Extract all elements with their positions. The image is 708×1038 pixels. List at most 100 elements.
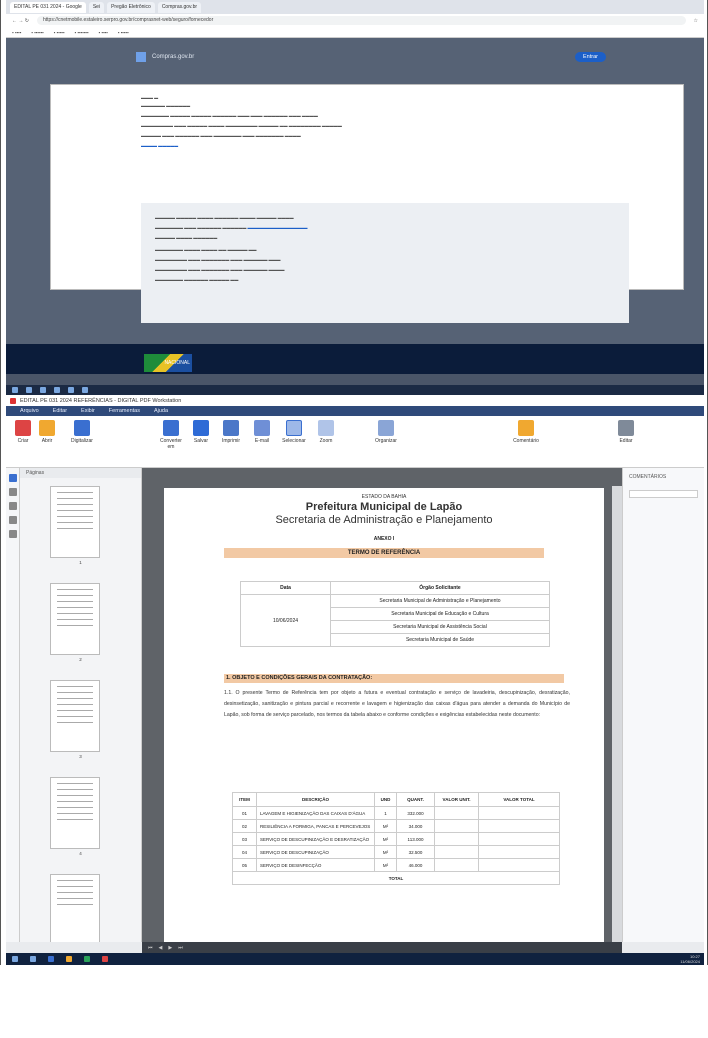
select-icon: [286, 420, 302, 436]
app-icon[interactable]: [66, 956, 72, 962]
bookmark[interactable]: ▪ ▪▪▪▪: [99, 30, 108, 35]
menu-item[interactable]: Editar: [53, 408, 67, 414]
folder-icon: [39, 420, 55, 436]
table-header: QUANT.: [396, 792, 435, 807]
menu-item[interactable]: Arquivo: [20, 408, 39, 414]
windows-taskbar-bottom: 10:27 11/06/2024: [6, 953, 704, 965]
vertical-scrollbar[interactable]: [612, 486, 622, 942]
comments-button[interactable]: Comentário: [506, 420, 546, 444]
edit-button[interactable]: Editar: [614, 420, 638, 444]
comments-search-input[interactable]: [629, 490, 698, 498]
section-paragraph: 1.1. O presente Termo de Referência tem …: [224, 690, 570, 718]
app-icon[interactable]: [68, 387, 74, 393]
modal-link[interactable]: ▬▬▬▬ ▬▬▬▬▬: [141, 143, 178, 148]
browser-tabs: EDITAL PE 031 2024 - Google Sei Pregão E…: [6, 0, 704, 14]
menu-item[interactable]: Exibir: [81, 408, 95, 414]
browser-tab[interactable]: Sei: [88, 1, 105, 13]
menu-item[interactable]: Ferramentas: [109, 408, 140, 414]
modal-line: ▬▬▬▬▬▬▬ ▬▬▬▬▬ ▬▬▬▬▬ ▬▬▬▬▬▬ ▬▬▬ ▬▬▬ ▬▬▬▬▬…: [141, 113, 318, 118]
bookmark[interactable]: ▪ ▪▪▪▪▪▪: [31, 30, 43, 35]
star-icon[interactable]: ☆: [694, 18, 698, 24]
table-row: 05 SERVIÇO DE DESINFECÇÃO M² 46.000: [232, 858, 560, 872]
cell: SERVIÇO DE DESCUPINIZAÇÃO: [256, 845, 375, 859]
open-button[interactable]: Abrir: [36, 420, 58, 444]
email-button[interactable]: E-mail: [250, 420, 274, 444]
select-button[interactable]: Selecionar: [278, 420, 310, 444]
back-icon[interactable]: ←: [12, 18, 17, 24]
browser-tab[interactable]: Compras.gov.br: [157, 1, 202, 13]
pdf-page: ESTADO DA BAHIA Prefeitura Municipal de …: [164, 488, 604, 942]
cell: RESILIÊNCIA A FORMIGA, PANCAS E PERCEVEJ…: [256, 819, 375, 833]
pages-panel-icon[interactable]: [8, 474, 17, 482]
app-icon[interactable]: [48, 956, 54, 962]
create-button[interactable]: Criar: [12, 420, 34, 444]
app-icon[interactable]: [82, 387, 88, 393]
search-icon[interactable]: [30, 956, 36, 962]
cell: 01: [232, 806, 257, 820]
bookmark-icon[interactable]: [8, 488, 17, 496]
details-modal: ▬▬▬ ▬ ▬▬▬▬▬▬ ▬▬▬▬▬▬ ▬▬▬▬▬▬▬ ▬▬▬▬▬ ▬▬▬▬▬ …: [50, 84, 684, 323]
search-icon[interactable]: [26, 387, 32, 393]
page-thumbnail[interactable]: [50, 486, 100, 558]
signature-icon[interactable]: [8, 530, 17, 538]
cell: [478, 819, 560, 833]
save-button[interactable]: Salvar: [190, 420, 212, 444]
convert-button[interactable]: Converter em: [156, 420, 186, 450]
ribbon-toolbar: Criar Abrir Digitalizar Converter em Sal…: [6, 416, 704, 468]
page-number: 3: [79, 754, 82, 759]
browser-tab[interactable]: Pregão Eletrônico: [107, 1, 155, 13]
attachment-icon[interactable]: [8, 516, 17, 524]
last-page-icon[interactable]: ⏭: [178, 945, 183, 951]
bookmark[interactable]: ▪ ▪▪▪▪▪: [118, 30, 129, 35]
modal-line: ▬▬▬▬▬▬▬▬ ▬▬▬ ▬▬▬▬▬ ▬▬▬▬ ▬▬▬▬▬▬▬▬ ▬▬▬▬▬ ▬…: [141, 123, 342, 128]
cell: [434, 845, 479, 859]
zoom-button[interactable]: Zoom: [314, 420, 338, 444]
detail-line: ▬▬▬▬▬▬▬ ▬▬▬▬ ▬▬▬▬ ▬▬ ▬▬▬▬▬ ▬▬: [155, 247, 257, 252]
organ-cell: Secretaria Municipal de Saúde: [330, 633, 550, 647]
cell: 32.500: [396, 845, 435, 859]
detail-box: ▬▬▬▬▬ ▬▬▬▬▬ ▬▬▬▬ ▬▬▬▬▬▬ ▬▬▬▬ ▬▬▬▬▬ ▬▬▬▬ …: [141, 203, 629, 323]
start-icon[interactable]: [12, 956, 18, 962]
site-header: Compras.gov.br Entrar: [136, 50, 606, 64]
cell: M²: [374, 819, 397, 833]
page-number: 2: [79, 657, 82, 662]
bookmark[interactable]: ▪ ▪▪▪▪▪: [54, 30, 65, 35]
login-button[interactable]: Entrar: [575, 52, 606, 62]
scan-button[interactable]: Digitalizar: [60, 420, 104, 444]
cell: [478, 845, 560, 859]
page-thumbnail[interactable]: [50, 680, 100, 752]
page-thumbnail[interactable]: [50, 777, 100, 849]
cell: [434, 832, 479, 846]
cell: 332.000: [396, 806, 435, 820]
email-icon: [254, 420, 270, 436]
table-total-row: TOTAL: [232, 871, 560, 885]
page-thumbnail[interactable]: [50, 583, 100, 655]
table-row: 01 LAVAGEM E HIGIENIZAÇÃO DAS CAIXAS D'Á…: [232, 806, 560, 820]
first-page-icon[interactable]: ⏮: [148, 945, 153, 951]
browser-tab[interactable]: EDITAL PE 031 2024 - Google: [10, 1, 86, 13]
app-icon[interactable]: [84, 956, 90, 962]
reload-icon[interactable]: ↻: [25, 18, 29, 24]
print-button[interactable]: Imprimir: [216, 420, 246, 444]
thumbnail-panel: Páginas 1 2 3 4: [20, 468, 142, 942]
next-page-icon[interactable]: ▶: [168, 945, 172, 951]
cell: M²: [374, 845, 397, 859]
app-icon[interactable]: [102, 956, 108, 962]
organize-button[interactable]: Organizar: [366, 420, 406, 444]
bookmark[interactable]: ▪ ▪▪▪▪▪▪▪: [74, 30, 88, 35]
search-icon[interactable]: [8, 502, 17, 510]
organ-cell: Secretaria Municipal de Educação e Cultu…: [330, 607, 550, 621]
edit-icon: [618, 420, 634, 436]
start-icon[interactable]: [12, 387, 18, 393]
address-input[interactable]: https://cnetmobile.estaleiro.serpro.gov.…: [36, 16, 686, 25]
forward-icon[interactable]: →: [18, 18, 23, 24]
doc-secretariat: Secretaria de Administração e Planejamen…: [275, 514, 493, 526]
page-thumbnail[interactable]: [50, 874, 100, 942]
menu-item[interactable]: Ajuda: [154, 408, 168, 414]
app-icon[interactable]: [54, 387, 60, 393]
prev-page-icon[interactable]: ◀: [159, 945, 163, 951]
bookmark[interactable]: ▪ ▪▪▪▪: [12, 30, 21, 35]
cell: LAVAGEM E HIGIENIZAÇÃO DAS CAIXAS D'ÁGUA: [256, 806, 375, 820]
app-icon[interactable]: [40, 387, 46, 393]
cell: M²: [374, 832, 397, 846]
